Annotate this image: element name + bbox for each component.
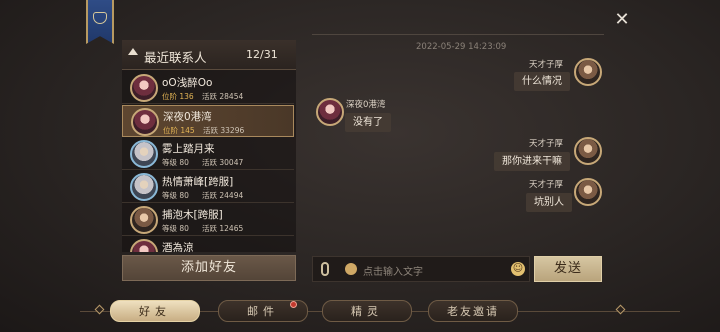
avatar[interactable] [316, 98, 344, 126]
message-sender: 天才子厚 [529, 139, 564, 149]
microphone-icon[interactable] [321, 262, 329, 276]
message-bubble: 什么情况 [514, 72, 570, 91]
contact-item[interactable]: oO浅醉Oo 位阶 136 活跃 28454 [122, 72, 294, 104]
contact-name: 热情萧峰[跨服] [162, 176, 234, 188]
ornament-icon [615, 304, 626, 315]
contact-item-selected[interactable]: 深夜0港湾 位阶 145 活跃 33296 [122, 105, 294, 137]
avatar [130, 74, 158, 102]
avatar [130, 206, 158, 234]
chat-divider [312, 34, 604, 35]
contact-level: 等级 80 [162, 191, 189, 200]
contact-name: 雾上踏月来 [162, 143, 215, 155]
tab-old-friend-invite[interactable]: 老友邀请 [428, 300, 518, 322]
add-friend-button[interactable]: 添加好友 [122, 255, 296, 281]
contact-level: 等级 80 [162, 224, 189, 233]
contact-activity: 活跃 28454 [202, 92, 244, 101]
chat-input-bar[interactable]: 点击输入文字 ☺ [312, 256, 530, 282]
contact-name: 酒為涼 [162, 242, 194, 252]
contact-activity: 活跃 33296 [203, 126, 245, 135]
contact-level: 等级 80 [162, 158, 189, 167]
contact-name: oO浅醉Oo [162, 77, 213, 89]
message-bubble: 那你进来干嘛 [494, 152, 570, 171]
avatar[interactable] [574, 137, 602, 165]
contact-activity: 活跃 24494 [202, 191, 244, 200]
tab-friends[interactable]: 好友 [110, 300, 200, 322]
avatar [130, 173, 158, 201]
contact-level: 位阶 145 [163, 126, 195, 135]
contact-item[interactable]: 雾上踏月来 等级 80 活跃 30047 [122, 138, 294, 170]
mail-badge-icon [290, 301, 297, 308]
avatar[interactable] [574, 178, 602, 206]
recent-contacts-panel: 最近联系人 12/31 oO浅醉Oo 位阶 136 活跃 28454 深夜0港湾… [122, 40, 296, 252]
contact-name: 深夜0港湾 [163, 111, 212, 123]
contact-item[interactable]: 热情萧峰[跨服] 等级 80 活跃 24494 [122, 171, 294, 203]
contact-item[interactable]: 捕泡木[跨服] 等级 80 活跃 12465 [122, 204, 294, 236]
panel-header[interactable]: 最近联系人 12/31 [122, 40, 296, 70]
ornament-icon [94, 304, 105, 315]
message-bubble: 没有了 [345, 113, 391, 132]
avatar [130, 239, 158, 252]
collapse-caret-icon[interactable] [128, 48, 138, 55]
message-sender: 天才子厚 [529, 60, 564, 70]
contact-name: 捕泡木[跨服] [162, 209, 223, 221]
message-sender: 天才子厚 [529, 180, 564, 190]
panel-title: 最近联系人 [144, 50, 207, 65]
avatar [130, 140, 158, 168]
contact-item[interactable]: 酒為涼 [122, 237, 294, 252]
guild-banner-icon[interactable] [86, 0, 114, 44]
emoji-icon[interactable]: ☺ [511, 262, 525, 276]
contact-count: 12/31 [246, 48, 278, 61]
chat-input-placeholder[interactable]: 点击输入文字 [363, 263, 423, 278]
message-bubble: 坑别人 [526, 193, 572, 212]
close-icon[interactable]: ✕ [612, 10, 632, 30]
contact-level: 位阶 136 [162, 92, 194, 101]
chat-timestamp: 2022-05-29 14:23:09 [416, 42, 507, 52]
contact-activity: 活跃 30047 [202, 158, 244, 167]
send-button[interactable]: 发送 [534, 256, 602, 282]
contact-activity: 活跃 12465 [202, 224, 244, 233]
avatar [131, 108, 159, 136]
tab-spirit[interactable]: 精灵 [322, 300, 412, 322]
voice-emoji-icon[interactable] [345, 263, 357, 275]
message-sender: 深夜0港湾 [346, 100, 386, 110]
avatar[interactable] [574, 58, 602, 86]
crest-icon [93, 12, 107, 24]
